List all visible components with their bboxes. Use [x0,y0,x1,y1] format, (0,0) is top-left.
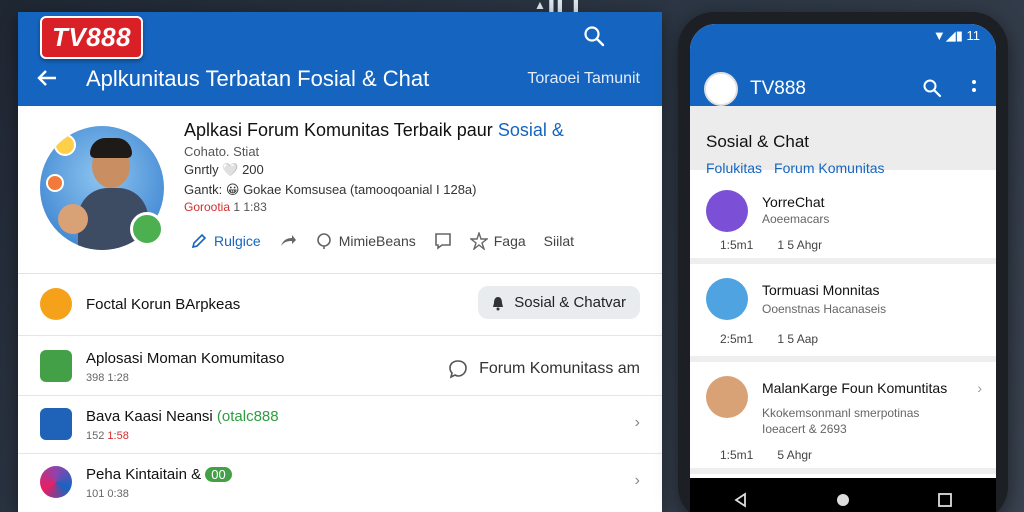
item-desc: Kkokemsonmanl smerpotinas [762,406,920,420]
item-desc-2: Ioeacert & 2693 [762,422,847,436]
phone-section-tabs: Folukitas Forum Komunitas [706,160,885,176]
nav-back-icon[interactable] [733,492,749,508]
search-icon[interactable] [582,24,606,48]
item-meta: 2:5m1 1 5 Aap [720,332,819,346]
android-nav-bar [690,478,996,512]
chat-icon [434,233,451,250]
more-icon[interactable] [970,78,978,98]
bell-icon [493,296,504,310]
location-icon [316,233,331,249]
avatar [706,190,748,232]
phone-app-title: TV888 [750,78,806,99]
item-desc: Aoeemacars [762,212,830,226]
profile-actions: Rulgice MimieBeans Faga Siilat [190,232,574,250]
item-meta: 1:5m1 5 Ahgr [720,448,813,462]
app-title: Aplkunitaus Terbatan Fosial & Chat [86,66,430,91]
phone-list-item[interactable]: MalanKarge Foun Komuntitas › Kkokemsonma… [690,362,996,474]
row-title: Bava Kaasi Neansi (otalc888 [86,408,279,425]
phone-screen: ▼◢▮ 11 TV888 Sosial & Chat Folukitas For… [690,24,996,512]
brand-logo: TV888 [40,16,144,59]
item-name: Tormuasi Monnitas [762,282,880,298]
chevron-right-icon[interactable]: › [635,414,640,432]
edit-action[interactable]: Rulgice [190,232,261,250]
edit-icon [191,233,207,249]
star-icon [469,232,488,250]
avatar [706,278,748,320]
sosial-chat-chip[interactable]: Sosial & Chatvar [478,286,640,319]
share-icon [280,235,296,246]
share-action[interactable] [279,232,297,250]
list-row[interactable]: Peha Kintaitain & 00 101 0:38 › [18,454,662,512]
app-right-link[interactable]: Toraoei Tamunit [527,70,640,88]
mail-icon [40,408,72,440]
row-meta: 152 1:58 [86,430,129,442]
star-action[interactable]: Faga [469,232,526,250]
row-title: Foctal Korun BArpkeas [86,296,241,313]
item-meta: 1:5m1 1 5 Ahgr [720,238,823,252]
list-row[interactable]: Aplosasi Moman Komumitaso 398 1:28 Forum… [18,336,662,396]
nav-home-icon[interactable] [835,492,851,508]
tab-folukitas[interactable]: Folukitas [706,160,762,176]
row-meta: 398 1:28 [86,372,129,384]
phone-status-bar: ▼◢▮ 11 [932,28,980,43]
avatar [706,376,748,418]
list-row[interactable]: Foctal Korun BArpkeas Sosial & Chatvar [18,274,662,336]
profile-subtitle: Cohato. Stiat [184,144,260,159]
chat-bubble-icon [449,360,467,379]
item-desc: Ooenstnas Hacanaseis [762,302,887,316]
back-arrow-icon[interactable] [36,68,58,88]
profile-stats: Gnrtly 🤍 200 [184,162,264,177]
phone-list-item[interactable]: YorreChat Aoeemacars 1:5m1 1 5 Ahgr [690,182,996,264]
row-title: Peha Kintaitain & 00 [86,466,232,483]
nav-recents-icon[interactable] [937,492,953,508]
desktop-app-window: Aplkunitaus Terbatan Fosial & Chat Torao… [18,12,662,512]
tab-forum-komunitas[interactable]: Forum Komunitas [774,160,884,176]
phone-list-item[interactable]: Tormuasi Monnitas Ooenstnas Hacanaseis 2… [690,270,996,362]
phone-section-title: Sosial & Chat [706,132,809,151]
save-action[interactable]: Siilat [544,233,574,249]
profile-meta: Gorootia 1 1:83 [184,200,267,214]
search-icon[interactable] [922,78,942,98]
row-meta: 101 0:38 [86,488,129,500]
item-name: YorreChat [762,194,825,210]
chat-action[interactable] [434,232,452,250]
profile-title: Aplkasi Forum Komunitas Terbaik paur Sos… [184,120,564,140]
camera-icon [40,350,72,382]
row-title: Aplosasi Moman Komumitaso [86,350,285,367]
list-row[interactable]: Bava Kaasi Neansi (otalc888 152 1:58 › [18,396,662,454]
phone-app-logo [704,72,738,106]
avatar-badge-icon [130,212,164,246]
app-circle-icon [40,466,72,498]
profile-title-highlight[interactable]: Sosial & [498,120,564,140]
megaphone-icon [40,288,72,320]
status-fragment: ▲ ▌▌ ▐ [534,0,579,12]
chevron-right-icon[interactable]: › [977,380,982,396]
chevron-right-icon[interactable]: › [635,472,640,490]
forum-link[interactable]: Forum Komunitass am [447,358,640,380]
item-name: MalanKarge Foun Komuntitas [762,380,948,396]
location-action[interactable]: MimieBeans [315,232,416,250]
phone-device: ▼◢▮ 11 TV888 Sosial & Chat Folukitas For… [678,12,1008,512]
profile-members: Gantk: 😀 Gokae Komsusea (tamooqoanial I … [184,182,477,197]
